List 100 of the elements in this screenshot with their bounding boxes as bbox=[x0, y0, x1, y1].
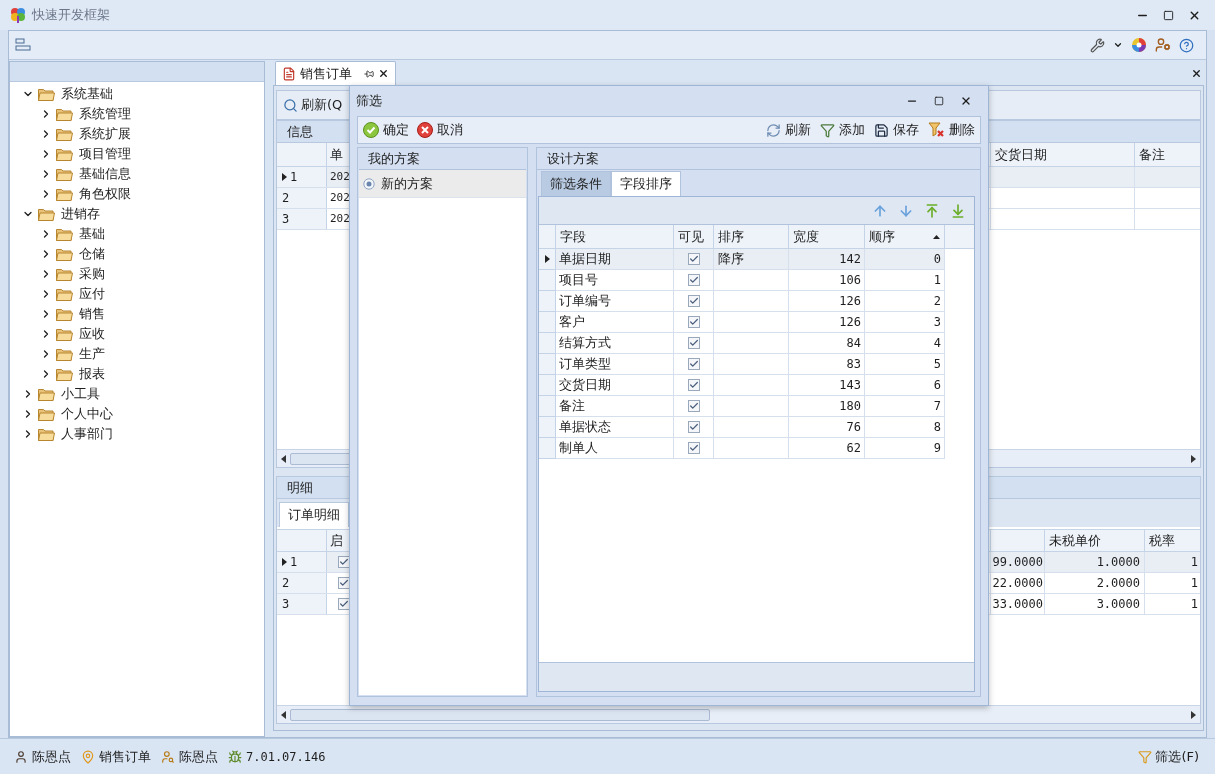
checkbox[interactable] bbox=[338, 577, 350, 589]
pin-icon[interactable] bbox=[364, 68, 374, 79]
table-cell-text: 项目号 bbox=[559, 271, 598, 290]
toolbar-button[interactable]: 取消 bbox=[417, 120, 463, 140]
table-row[interactable]: 结算方式 84 4 bbox=[539, 333, 974, 354]
column-header[interactable]: 顺序 bbox=[865, 225, 945, 248]
row-header[interactable]: 2 bbox=[277, 188, 327, 208]
filter-button[interactable]: 筛选(F) bbox=[1138, 746, 1201, 767]
table-cell-text: 降序 bbox=[718, 250, 744, 269]
color-wheel-icon[interactable] bbox=[1131, 37, 1147, 53]
row-header[interactable]: 1 bbox=[277, 167, 327, 187]
column-header[interactable]: 未税单价 bbox=[1045, 530, 1145, 551]
design-tab[interactable]: 字段排序 bbox=[611, 171, 681, 196]
tree-item[interactable]: 销售 bbox=[79, 304, 105, 324]
table-row[interactable]: 订单类型 83 5 bbox=[539, 354, 974, 375]
column-header[interactable]: 字段 bbox=[556, 225, 674, 248]
tree-item[interactable]: 角色权限 bbox=[79, 184, 131, 204]
tree-item[interactable]: 系统管理 bbox=[79, 104, 131, 124]
table-row[interactable]: 单据状态 76 8 bbox=[539, 417, 974, 438]
table-cell-text: 76 bbox=[846, 419, 861, 436]
scrollbar-thumb[interactable] bbox=[290, 708, 710, 721]
checkbox[interactable] bbox=[687, 316, 700, 328]
scroll-left-icon[interactable] bbox=[281, 454, 286, 463]
scroll-left-icon[interactable] bbox=[281, 710, 286, 719]
checkbox[interactable] bbox=[687, 358, 700, 370]
table-row[interactable]: 订单编号 126 2 bbox=[539, 291, 974, 312]
table-cell-text: 交货日期 bbox=[559, 376, 611, 395]
row-header[interactable]: 1 bbox=[277, 552, 327, 572]
horizontal-scrollbar[interactable] bbox=[277, 705, 1200, 723]
save-icon bbox=[874, 122, 889, 138]
maximize-icon[interactable] bbox=[1163, 9, 1174, 21]
checkbox[interactable] bbox=[687, 337, 700, 349]
scroll-right-icon[interactable] bbox=[1191, 454, 1196, 463]
toolbar-button[interactable]: 删除 bbox=[928, 120, 975, 140]
checkbox[interactable] bbox=[687, 253, 700, 265]
table-row[interactable]: 备注 180 7 bbox=[539, 396, 974, 417]
help-icon[interactable] bbox=[1179, 37, 1194, 53]
tools-icon[interactable] bbox=[1090, 37, 1105, 53]
tree-item[interactable]: 采购 bbox=[79, 264, 105, 284]
tree-item[interactable]: 小工具 bbox=[61, 384, 100, 404]
maximize-icon[interactable] bbox=[934, 96, 944, 106]
tree-item[interactable]: 报表 bbox=[79, 364, 105, 384]
tree-item[interactable]: 项目管理 bbox=[79, 144, 131, 164]
scheme-item[interactable]: 新的方案 bbox=[359, 170, 526, 198]
tree-item[interactable]: 应收 bbox=[79, 324, 105, 344]
table-cell-text: 2 bbox=[933, 293, 941, 310]
table-cell-text: 7 bbox=[933, 398, 941, 415]
tree-item[interactable]: 人事部门 bbox=[61, 424, 113, 444]
tree-item[interactable]: 生产 bbox=[79, 344, 105, 364]
tree-item[interactable]: 基础信息 bbox=[79, 164, 131, 184]
toolbar-button[interactable]: 保存 bbox=[874, 120, 919, 140]
checkbox[interactable] bbox=[687, 442, 700, 454]
checkbox[interactable] bbox=[687, 421, 700, 433]
table-cell-text: 1 bbox=[1190, 596, 1198, 613]
toolbar-button[interactable]: 添加 bbox=[820, 120, 865, 140]
refresh-button[interactable]: 刷新(Q bbox=[281, 93, 345, 117]
cancel-icon bbox=[417, 122, 433, 138]
checkbox[interactable] bbox=[687, 379, 700, 391]
toolbar-button[interactable]: 确定 bbox=[363, 120, 409, 140]
status-item: 销售订单 bbox=[99, 747, 151, 766]
design-tab[interactable]: 筛选条件 bbox=[541, 171, 611, 196]
tree-item[interactable]: 进销存 bbox=[61, 204, 100, 224]
tab-label[interactable]: 销售订单 bbox=[300, 63, 352, 84]
row-header[interactable]: 2 bbox=[277, 573, 327, 593]
table-cell-text: 1.0000 bbox=[1096, 554, 1140, 571]
close-tab-icon[interactable] bbox=[378, 68, 389, 79]
close-document-icon[interactable] bbox=[1191, 68, 1202, 79]
scroll-right-icon[interactable] bbox=[1191, 710, 1196, 719]
table-row[interactable]: 客户 126 3 bbox=[539, 312, 974, 333]
toolbar-button[interactable]: 刷新 bbox=[766, 120, 811, 140]
checkbox[interactable] bbox=[687, 400, 700, 412]
user-settings-icon[interactable] bbox=[1155, 37, 1171, 53]
table-row[interactable]: 项目号 106 1 bbox=[539, 270, 974, 291]
document-tab[interactable]: 销售订单 bbox=[275, 61, 396, 85]
detail-tab[interactable]: 订单明细 bbox=[279, 502, 349, 527]
table-row[interactable]: 交货日期 143 6 bbox=[539, 375, 974, 396]
table-cell-text: 8 bbox=[933, 419, 941, 436]
tree-item[interactable]: 基础 bbox=[79, 224, 105, 244]
column-header[interactable]: 交货日期 bbox=[991, 143, 1135, 166]
row-header[interactable]: 3 bbox=[277, 209, 327, 229]
panel-toggle-icon[interactable] bbox=[15, 38, 31, 52]
column-header[interactable]: 可见 bbox=[674, 225, 714, 248]
caret-icon[interactable] bbox=[1113, 40, 1123, 50]
tree-item[interactable]: 仓储 bbox=[79, 244, 105, 264]
checkbox[interactable] bbox=[338, 598, 350, 610]
tree-item[interactable]: 系统基础 bbox=[61, 84, 113, 104]
tree-item[interactable]: 个人中心 bbox=[61, 404, 113, 424]
column-header[interactable]: 宽度 bbox=[789, 225, 865, 248]
checkbox[interactable] bbox=[687, 274, 700, 286]
column-header[interactable]: 备注 bbox=[1135, 143, 1200, 166]
column-header[interactable]: 排序 bbox=[714, 225, 789, 248]
checkbox[interactable] bbox=[687, 295, 700, 307]
tree-item[interactable]: 应付 bbox=[79, 284, 105, 304]
row-header[interactable]: 3 bbox=[277, 594, 327, 614]
tree-item[interactable]: 系统扩展 bbox=[79, 124, 131, 144]
column-header[interactable]: 税率 bbox=[1145, 530, 1200, 551]
close-icon[interactable] bbox=[960, 95, 972, 107]
table-row[interactable]: 单据日期 降序 142 0 bbox=[539, 249, 974, 270]
table-row[interactable]: 制单人 62 9 bbox=[539, 438, 974, 459]
checkbox[interactable] bbox=[338, 556, 350, 568]
